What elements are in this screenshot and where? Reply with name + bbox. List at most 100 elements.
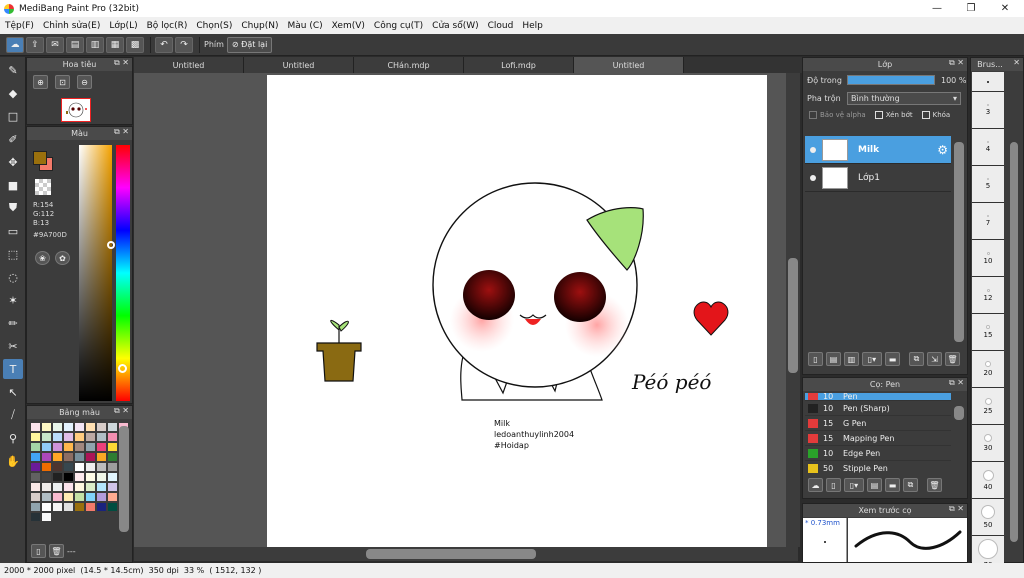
eyedropper-tool-icon[interactable]: ⚲ bbox=[3, 428, 23, 448]
brush-item[interactable]: 10 Pen (Sharp) bbox=[805, 401, 951, 416]
brush-item[interactable]: 15 G Pen bbox=[805, 416, 951, 431]
share-icon[interactable]: ⇪ bbox=[26, 36, 44, 53]
maximize-button[interactable]: ❐ bbox=[954, 0, 988, 17]
magic-wand-tool-icon[interactable]: ✶ bbox=[3, 290, 23, 310]
select-pen-tool-icon[interactable]: ✏ bbox=[3, 313, 23, 333]
brush-size-scroll-thumb[interactable] bbox=[1010, 142, 1018, 542]
palette-swatch[interactable] bbox=[64, 473, 73, 481]
brush-size-option[interactable]: 5 bbox=[972, 166, 1004, 203]
canvas-vertical-scrollbar[interactable] bbox=[786, 73, 800, 547]
brush-size-scroll-track[interactable] bbox=[1009, 78, 1019, 558]
palette-swatch[interactable] bbox=[75, 433, 84, 441]
palette-swatch[interactable] bbox=[86, 443, 95, 451]
palette-swatch[interactable] bbox=[108, 503, 117, 511]
brush-size-option[interactable]: 15 bbox=[972, 314, 1004, 351]
bucket-tool-icon[interactable]: ⛊ bbox=[3, 198, 23, 218]
brush-size-option[interactable]: 40 bbox=[972, 462, 1004, 499]
palette-swatch[interactable] bbox=[53, 433, 62, 441]
palette-swatch[interactable] bbox=[42, 463, 51, 471]
panel-popout-close-icon[interactable]: ⧉ ✕ bbox=[949, 58, 964, 68]
menu-tools[interactable]: Công cụ(T) bbox=[374, 21, 423, 31]
palette-swatch[interactable] bbox=[53, 443, 62, 451]
layer-item-milk[interactable]: Milk ⚙ bbox=[805, 136, 951, 164]
tab-untitled-2[interactable]: Untitled bbox=[244, 57, 354, 73]
canvas-hscroll-thumb[interactable] bbox=[366, 549, 536, 559]
palette-swatch[interactable] bbox=[86, 503, 95, 511]
palette-swatch[interactable] bbox=[42, 513, 51, 521]
menu-snap[interactable]: Chụp(N) bbox=[241, 21, 278, 31]
menu-color[interactable]: Màu (C) bbox=[288, 21, 323, 31]
palette-swatch[interactable] bbox=[97, 423, 106, 431]
palette-swatch[interactable] bbox=[42, 423, 51, 431]
duplicate-layer-icon[interactable]: ⧉ bbox=[909, 352, 924, 366]
color-settings-icon[interactable]: ✿ bbox=[55, 251, 70, 265]
undo-icon[interactable]: ↶ bbox=[155, 36, 173, 53]
sv-picker-handle[interactable] bbox=[107, 241, 115, 249]
palette-swatch[interactable] bbox=[75, 473, 84, 481]
brush-size-option[interactable]: 30 bbox=[972, 425, 1004, 462]
chat-icon[interactable]: ▤ bbox=[66, 36, 84, 53]
brush-item[interactable]: 15 Mapping Pen bbox=[805, 431, 951, 446]
palette-swatch[interactable] bbox=[108, 433, 117, 441]
brush-size-option[interactable]: 3 bbox=[972, 92, 1004, 129]
new-halftone-layer-icon[interactable]: ▥ bbox=[844, 352, 859, 366]
palette-swatch[interactable] bbox=[64, 453, 73, 461]
operation-tool-icon[interactable]: ↖ bbox=[3, 382, 23, 402]
palette-swatch[interactable] bbox=[31, 443, 40, 451]
rectangle-tool-icon[interactable]: □ bbox=[3, 106, 23, 126]
hue-slider-handle[interactable] bbox=[118, 364, 127, 373]
palette-swatch[interactable] bbox=[75, 483, 84, 491]
palette-swatch[interactable] bbox=[31, 513, 40, 521]
palette-swatch[interactable] bbox=[97, 453, 106, 461]
palette-swatch[interactable] bbox=[97, 433, 106, 441]
palette-swatch[interactable] bbox=[97, 483, 106, 491]
palette-swatch[interactable] bbox=[42, 433, 51, 441]
palette-swatch[interactable] bbox=[64, 503, 73, 511]
palette-swatch[interactable] bbox=[97, 443, 106, 451]
palette-swatch[interactable] bbox=[31, 433, 40, 441]
panel-popout-close-icon[interactable]: ⧉ ✕ bbox=[949, 378, 964, 388]
zoom-in-icon[interactable]: ⊕ bbox=[33, 75, 48, 89]
add-brush-menu-icon[interactable]: ▯▾ bbox=[844, 478, 864, 492]
brush-scrollbar[interactable] bbox=[954, 406, 964, 420]
palette-swatch[interactable] bbox=[53, 453, 62, 461]
palette-swatch[interactable] bbox=[31, 503, 40, 511]
brush-tool-icon[interactable]: ✎ bbox=[3, 60, 23, 80]
layer-scrollbar[interactable] bbox=[954, 142, 964, 342]
add-layer-menu-icon[interactable]: ▯▾ bbox=[862, 352, 882, 366]
palette-swatch[interactable] bbox=[64, 423, 73, 431]
transparent-color-swatch[interactable] bbox=[35, 179, 51, 195]
cloud-brush-icon[interactable]: ☁ bbox=[808, 478, 823, 492]
menu-file[interactable]: Tệp(F) bbox=[5, 21, 34, 31]
menu-layer[interactable]: Lớp(L) bbox=[109, 21, 137, 31]
brush-item[interactable]: 10 Edge Pen bbox=[805, 446, 951, 461]
palette-swatch[interactable] bbox=[108, 423, 117, 431]
canvas-horizontal-scrollbar[interactable] bbox=[134, 547, 798, 561]
palette-swatch[interactable] bbox=[108, 453, 117, 461]
new-layer-icon[interactable]: ▯ bbox=[808, 352, 823, 366]
delete-layer-icon[interactable]: 🗑 bbox=[945, 352, 960, 366]
palette-swatch[interactable] bbox=[75, 493, 84, 501]
comment-icon[interactable]: ✉ bbox=[46, 36, 64, 53]
clipping-checkbox[interactable] bbox=[874, 111, 883, 119]
gradient-tool-icon[interactable]: ▭ bbox=[3, 221, 23, 241]
canvas-vscroll-thumb[interactable] bbox=[788, 258, 798, 373]
panel-popout-close-icon[interactable]: ⧉ ✕ bbox=[949, 504, 964, 514]
palette-swatch[interactable] bbox=[86, 463, 95, 471]
palette-swatch[interactable] bbox=[97, 463, 106, 471]
palette-swatch[interactable] bbox=[64, 433, 73, 441]
menu-view[interactable]: Xem(V) bbox=[332, 21, 365, 31]
new-palette-icon[interactable]: ▯ bbox=[31, 544, 46, 558]
blend-mode-select[interactable]: Bình thường ▾ bbox=[847, 91, 961, 105]
palette-swatch[interactable] bbox=[108, 483, 117, 491]
palette-swatch[interactable] bbox=[86, 453, 95, 461]
layer-item-lop1[interactable]: Lớp1 bbox=[805, 164, 951, 192]
divide-tool-icon[interactable]: ⧸ bbox=[3, 405, 23, 425]
eraser-tool-icon[interactable]: ◆ bbox=[3, 83, 23, 103]
palette-swatch[interactable] bbox=[108, 463, 117, 471]
folder-icon[interactable]: ▬ bbox=[885, 352, 900, 366]
tab-untitled-3[interactable]: Untitled bbox=[574, 57, 684, 73]
menu-edit[interactable]: Chỉnh sửa(E) bbox=[43, 21, 100, 31]
brush-size-option[interactable]: 50 bbox=[972, 499, 1004, 536]
palette-swatch[interactable] bbox=[31, 493, 40, 501]
